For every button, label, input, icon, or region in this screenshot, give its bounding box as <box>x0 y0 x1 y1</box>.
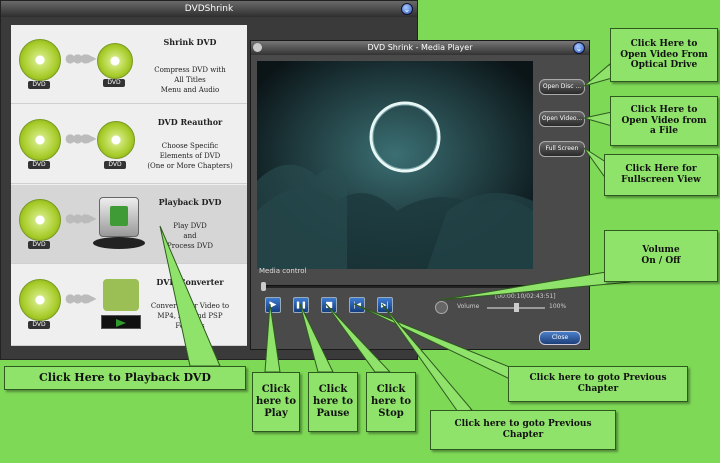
callout-text: Click here to Stop <box>370 384 412 419</box>
callout-text: Click Here to Open Video from a File <box>621 104 707 137</box>
callout-pause: Click here to Pause <box>308 372 358 432</box>
callout-play: Click here to Play <box>252 372 300 432</box>
callout-text: Click here to Play <box>255 384 297 419</box>
callout-text: Volume On / Off <box>641 245 681 266</box>
callout-open-optical: Click Here to Open Video From Optical Dr… <box>610 28 718 82</box>
callout-text: Click here to goto Previous Chapter <box>529 373 667 394</box>
callout-stop: Click here to Stop <box>366 372 416 432</box>
callout-previous-chapter-upper: Click here to goto Previous Chapter <box>508 366 688 402</box>
callout-text: Click Here to Open Video From Optical Dr… <box>620 38 708 71</box>
callout-text: Click here to goto Previous Chapter <box>454 419 592 440</box>
callout-volume: Volume On / Off <box>604 230 718 282</box>
callout-text: Click Here for Fullscreen View <box>621 164 701 185</box>
callout-text: Click here to Pause <box>312 384 354 419</box>
callout-open-file: Click Here to Open Video from a File <box>610 96 718 146</box>
callout-text: Click Here to Playback DVD <box>39 371 211 385</box>
callout-playback: Click Here to Playback DVD <box>4 366 246 390</box>
callout-fullscreen: Click Here for Fullscreen View <box>604 154 718 196</box>
callout-previous-chapter-lower: Click here to goto Previous Chapter <box>430 410 616 450</box>
